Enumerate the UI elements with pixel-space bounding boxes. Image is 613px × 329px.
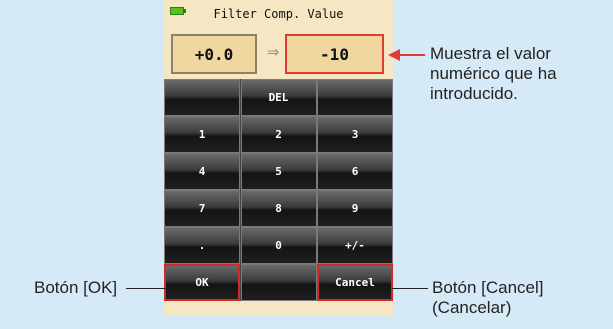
- device-screen: Filter Comp. Value +0.0 ⇒ -10 DEL 1 2 3 …: [164, 0, 393, 316]
- value-note-line3: introducido.: [430, 84, 518, 103]
- keypad: DEL 1 2 3 4 5 6 7 8 9 . 0 +/- OK Cancel: [164, 79, 393, 301]
- arrow-icon: ⇒: [266, 44, 280, 61]
- blank-key[interactable]: [317, 79, 393, 116]
- key-3[interactable]: 3: [317, 116, 393, 153]
- current-value-display: +0.0: [171, 34, 257, 74]
- screen-title: Filter Comp. Value: [213, 7, 344, 21]
- plus-minus-key[interactable]: +/-: [317, 227, 393, 264]
- value-pointer-line: [399, 54, 425, 56]
- value-note-line1: Muestra el valor: [430, 44, 551, 63]
- key-6[interactable]: 6: [317, 153, 393, 190]
- cancel-note-line1: Botón [Cancel]: [432, 278, 544, 297]
- decimal-key[interactable]: .: [164, 227, 240, 264]
- ok-pointer-line: [126, 288, 166, 289]
- key-1[interactable]: 1: [164, 116, 240, 153]
- key-7[interactable]: 7: [164, 190, 240, 227]
- value-note-line2: numérico que ha: [430, 64, 557, 83]
- cancel-note-line2: (Cancelar): [432, 298, 512, 317]
- del-button[interactable]: DEL: [240, 79, 317, 116]
- ok-note: Botón [OK]: [34, 278, 118, 297]
- new-value-display: -10: [285, 34, 384, 74]
- key-4[interactable]: 4: [164, 153, 240, 190]
- key-2[interactable]: 2: [240, 116, 317, 153]
- key-9[interactable]: 9: [317, 190, 393, 227]
- ok-button[interactable]: OK: [164, 264, 240, 301]
- cancel-button[interactable]: Cancel: [317, 264, 393, 301]
- key-0[interactable]: 0: [240, 227, 317, 264]
- key-5[interactable]: 5: [240, 153, 317, 190]
- key-8[interactable]: 8: [240, 190, 317, 227]
- blank-key[interactable]: [240, 264, 317, 301]
- blank-key[interactable]: [164, 79, 240, 116]
- cancel-pointer-line: [392, 288, 428, 289]
